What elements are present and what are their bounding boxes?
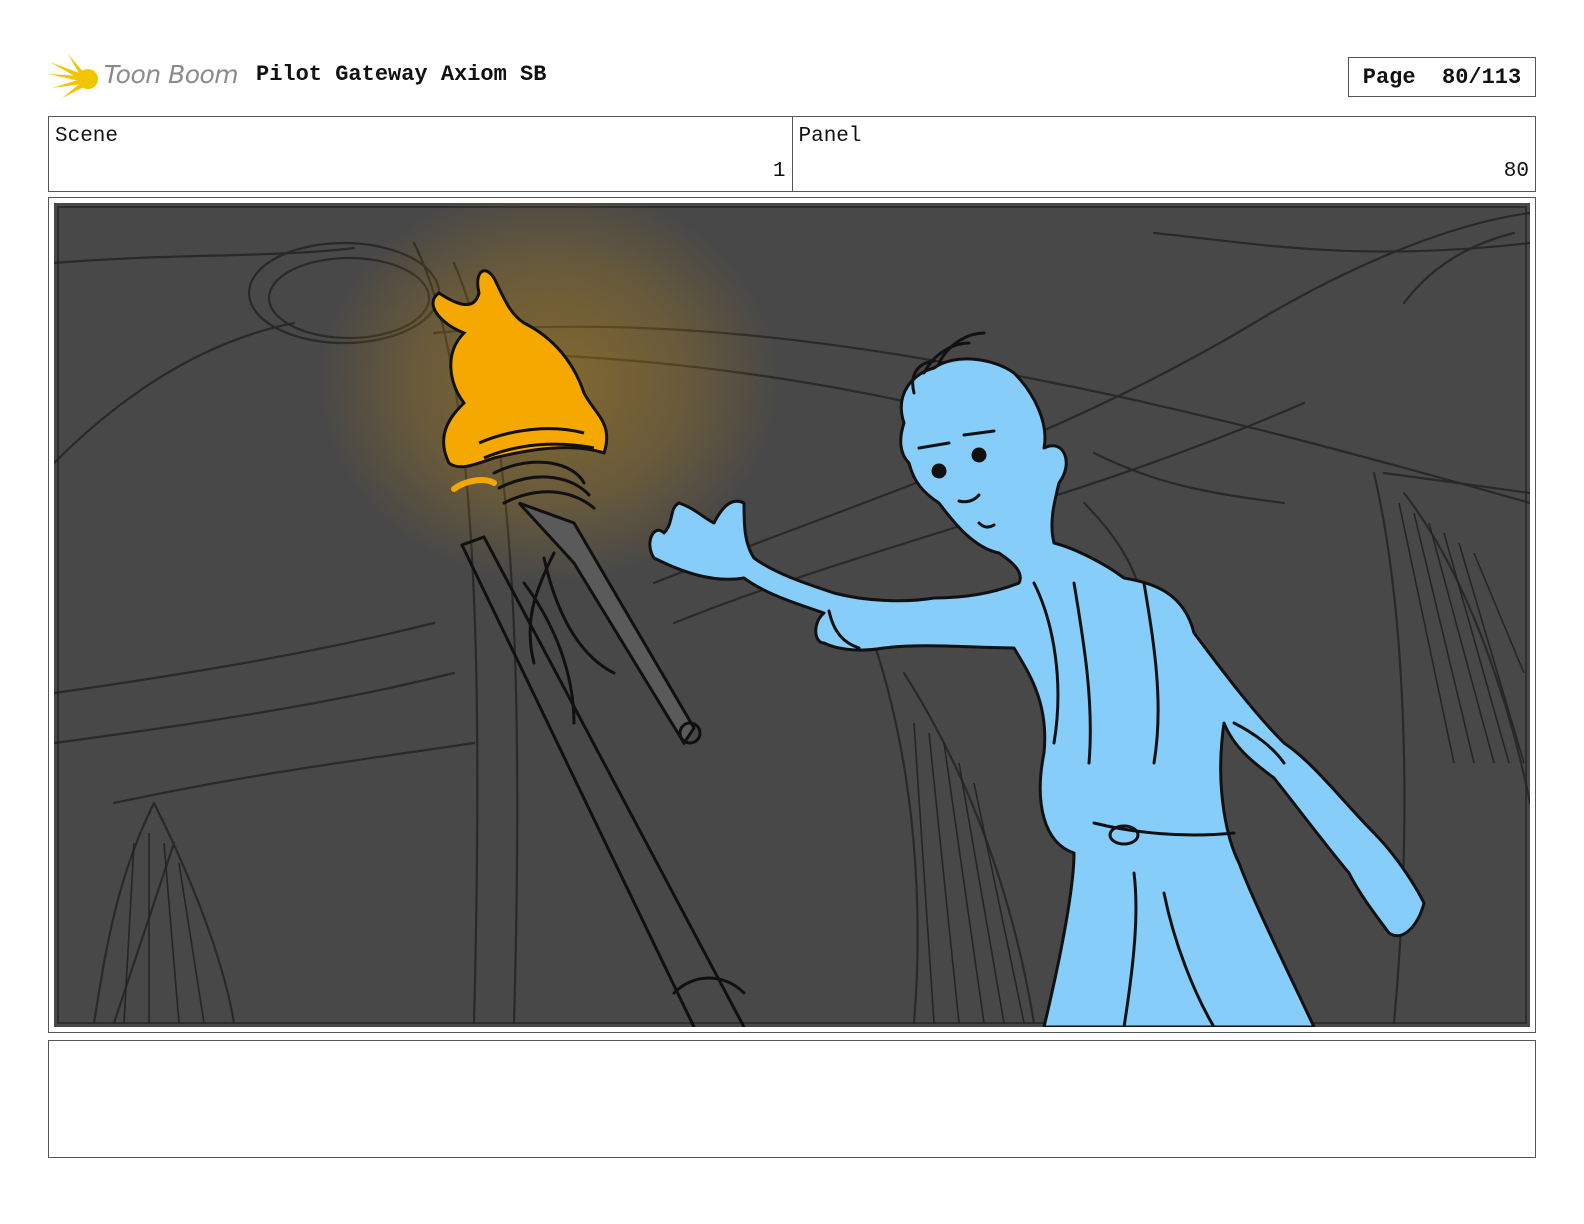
scene-panel-info: Scene 1 Panel 80 [48,116,1536,192]
panel-cell: Panel 80 [791,117,1536,191]
storyboard-sketch [54,203,1530,1027]
scene-number: 1 [772,160,786,183]
scene-cell: Scene 1 [49,117,792,191]
logo-text: Toon Boom [104,60,239,89]
header: Toon Boom Pilot Gateway Axiom SB Page 80… [48,50,1536,106]
page-label: Page [1362,64,1416,90]
page-indicator: Page 80/113 [1348,57,1536,97]
storyboard-panel-frame [48,197,1536,1033]
storyboard-panel-image [54,203,1530,1027]
project-title: Pilot Gateway Axiom SB [256,62,547,87]
toon-boom-logo: Toon Boom [48,52,240,102]
scene-label: Scene [55,125,119,148]
page-number: 80/113 [1442,64,1522,90]
notes-box [48,1040,1536,1158]
panel-number: 80 [1503,160,1529,183]
panel-label: Panel [798,125,862,148]
starburst-icon [48,54,98,98]
